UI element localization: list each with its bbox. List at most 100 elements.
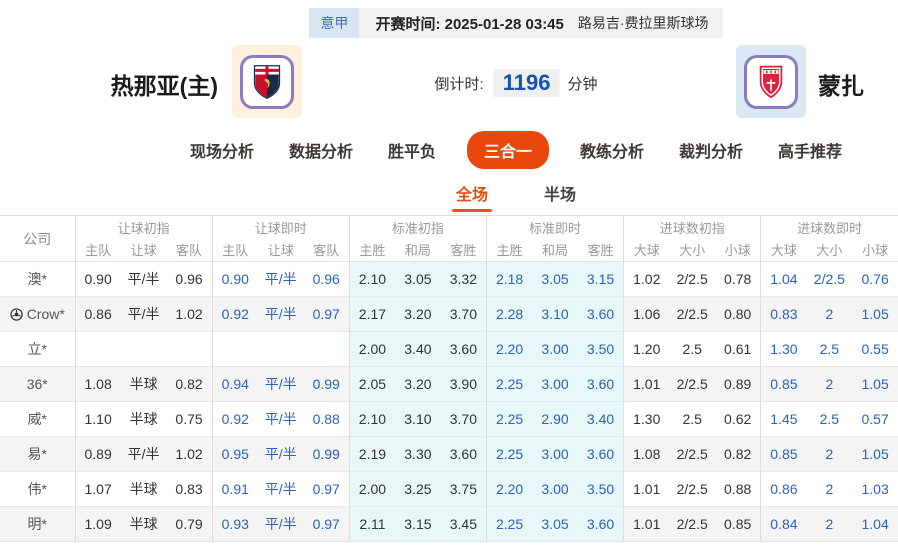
column-header: 主队	[74, 238, 121, 262]
company-label: 36*	[26, 376, 48, 392]
kickoff-time: 开赛时间: 2025-01-28 03:45	[375, 13, 563, 34]
odds-value: 0.79	[166, 506, 213, 542]
group-header: 让球即时	[211, 215, 350, 239]
odds-value: 3.00	[532, 331, 578, 367]
sub-tabs: 全场 半场	[0, 178, 898, 212]
odds-value: 3.05	[532, 261, 578, 297]
column-header: 大球	[623, 238, 670, 262]
nav-tab-3[interactable]: 胜平负	[384, 132, 440, 168]
group-header: 让球初指	[74, 215, 213, 239]
odds-value: 0.90	[74, 261, 121, 297]
odds-value: 3.60	[577, 436, 624, 472]
column-header: 和局	[395, 238, 441, 262]
odds-value: 平/半	[127, 271, 160, 287]
nav-tab-6[interactable]: 裁判分析	[675, 132, 747, 168]
odds-value: 3.10	[532, 296, 578, 332]
company-name: 36*	[0, 366, 75, 402]
odds-value: 0.83	[760, 296, 807, 332]
odds-value: 2.11	[348, 506, 396, 542]
odds-value: 0.85	[715, 506, 761, 542]
odds-value: 1.03	[861, 481, 889, 497]
column-header: 客队	[166, 238, 213, 262]
odds-value: 2.19	[348, 436, 396, 472]
odds-value: 0.93	[211, 506, 258, 542]
company-label: 明*	[27, 516, 47, 532]
company-name: Crow*	[0, 296, 75, 332]
odds-value: 3.50	[577, 331, 624, 367]
countdown-unit: 分钟	[567, 75, 598, 93]
odds-value: 平/半	[120, 436, 167, 472]
odds-value: 3.70	[440, 296, 487, 332]
odds-value: 0.97	[312, 481, 340, 497]
group-header: 标准即时	[485, 215, 624, 239]
odds-value: 平/半	[264, 481, 297, 497]
odds-value: 2/2.5	[669, 436, 716, 472]
odds-value: 1.05	[852, 436, 898, 472]
venue-name: 路易吉·费拉里斯球场	[577, 15, 709, 31]
odds-value: 0.57	[861, 411, 889, 427]
group-header: 标准初指	[348, 215, 487, 239]
countdown: 倒计时: 1196 分钟	[435, 69, 598, 97]
odds-value: 3.32	[440, 261, 487, 297]
odds-value: 平/半	[257, 296, 304, 332]
odds-value: 3.40	[577, 401, 624, 437]
odds-value: 1.02	[166, 296, 213, 332]
column-header: 主胜	[348, 238, 396, 262]
away-team-name: 蒙扎	[818, 73, 864, 99]
odds-value: 1.02	[166, 436, 213, 472]
odds-value: 0.86	[74, 296, 121, 332]
odds-value: 0.97	[303, 506, 350, 542]
table-group-row: 公司 让球初指 让球即时 标准初指 标准即时 进球数初指 进球数即时	[0, 215, 898, 262]
odds-value: 平/半	[257, 436, 304, 472]
away-logo-frame	[744, 54, 798, 109]
match-info-strip: 意甲 开赛时间: 2025-01-28 03:45 路易吉·费拉里斯球场	[309, 8, 723, 38]
odds-row: 明* 1.09 半球 0.79 0.93 平/半 0.97 2.11 3.15 3.45 2.25 3…	[0, 506, 898, 542]
odds-value: 3.05	[395, 261, 441, 297]
odds-value	[166, 332, 212, 367]
odds-value: 3.15	[395, 506, 441, 542]
column-header: 大小	[806, 238, 853, 262]
odds-table-body: 澳* 0.90 平/半 0.96 0.90 平/半 0.96 2.10 3.05 3.32 2.18…	[0, 261, 898, 542]
sub-tab-1[interactable]: 全场	[451, 178, 493, 212]
odds-value: 1.01	[623, 506, 670, 542]
odds-value: 半球	[120, 366, 167, 402]
nav-tab-5[interactable]: 教练分析	[576, 132, 648, 168]
odds-row: 威* 1.10 半球 0.75 0.92 平/半 0.88 2.10 3.10 3.70 2.25 2…	[0, 401, 898, 437]
odds-value: 1.05	[852, 296, 898, 332]
nav-tab-7[interactable]: 高手推荐	[774, 132, 846, 168]
odds-value: 0.96	[175, 271, 203, 287]
teams-row: 热那亚(主) 倒计时: 1196 分钟 蒙扎	[0, 45, 898, 118]
odds-value: 0.61	[724, 341, 752, 357]
odds-value: 3.20	[395, 366, 441, 402]
odds-value: 1.01	[623, 366, 670, 402]
odds-value: 2.25	[485, 506, 533, 542]
kickoff-value: 2025-01-28 03:45	[444, 15, 564, 33]
odds-value: 1.30	[760, 331, 807, 367]
nav-tab-1[interactable]: 现场分析	[186, 132, 258, 168]
odds-value: 2/2.5	[676, 271, 708, 287]
sub-tab-2[interactable]: 半场	[542, 178, 578, 208]
nav-tab-2[interactable]: 数据分析	[285, 132, 357, 168]
odds-value: 2	[806, 296, 853, 332]
odds-row: 36* 1.08 半球 0.82 0.94 平/半 0.99 2.05 3.20 3.90 2.25…	[0, 366, 898, 402]
odds-value: 3.60	[577, 366, 624, 402]
odds-value: 0.94	[211, 366, 258, 402]
odds-value: 3.25	[395, 471, 441, 507]
odds-value: 3.10	[395, 401, 441, 437]
company-name: 威*	[0, 402, 75, 437]
column-header: 主队	[211, 238, 258, 262]
company-name: 易*	[0, 436, 75, 472]
odds-value: 半球	[129, 411, 158, 427]
odds-value: 1.20	[623, 331, 670, 367]
odds-value: 0.88	[724, 481, 752, 497]
odds-value: 2.20	[485, 331, 533, 367]
odds-table: 公司 让球初指 让球即时 标准初指 标准即时 进球数初指 进球数即时 主队 让球 客队 主队 让球…	[0, 215, 898, 542]
genoa-crest-icon	[253, 64, 281, 99]
nav-tab-4[interactable]: 三合一	[466, 131, 549, 169]
odds-value: 2.28	[485, 296, 533, 332]
odds-value: 0.92	[211, 296, 258, 332]
odds-value: 0.86	[760, 471, 807, 507]
odds-value: 平/半	[257, 506, 304, 542]
odds-value: 平/半	[120, 296, 167, 332]
home-team-name: 热那亚(主)	[110, 73, 218, 99]
